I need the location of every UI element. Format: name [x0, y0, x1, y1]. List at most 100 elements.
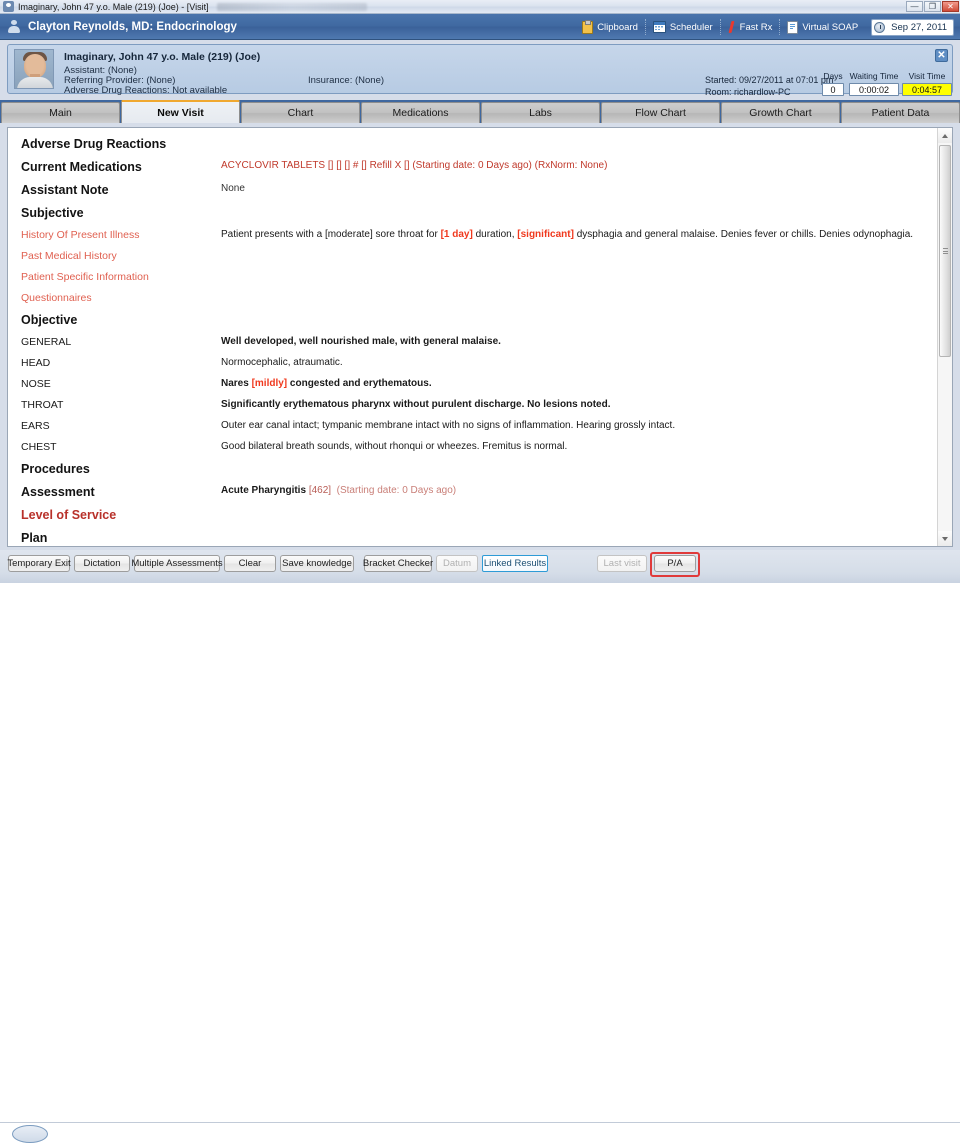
header-tool-clipboard[interactable]: Clipboard	[575, 19, 645, 35]
note-row-plan[interactable]: Plan	[8, 522, 937, 545]
last-visit-button[interactable]: Last visit	[597, 555, 647, 572]
tab-main[interactable]: Main	[1, 102, 120, 123]
timer-visit-time: Visit Time 0:04:57	[902, 71, 952, 96]
section-assessment-label: Assessment	[21, 485, 95, 499]
save-knowledge-button[interactable]: Save knowledge	[280, 555, 354, 572]
provider-title: Clayton Reynolds, MD: Endocrinology	[28, 20, 237, 33]
section-level-of-service-label: Level of Service	[21, 508, 117, 522]
tab-new-visit[interactable]: New Visit	[121, 100, 240, 123]
subsection-questionnaires-label[interactable]: Questionnaires	[8, 292, 221, 304]
assessment-code: [462]	[308, 485, 332, 496]
subsection-past-medical-history-label[interactable]: Past Medical History	[8, 250, 221, 262]
scroll-down-icon[interactable]	[938, 531, 952, 546]
note-row-assistant-note[interactable]: Assistant Note None	[8, 174, 937, 197]
window-titlebar: Imaginary, John 47 y.o. Male (219) (Joe)…	[0, 0, 960, 14]
header-date-selector[interactable]: Sep 27, 2011	[871, 18, 954, 36]
header-tool-virtual-soap-label: Virtual SOAP	[802, 21, 859, 33]
note-row-nose[interactable]: NOSE Nares [mildly] congested and erythe…	[8, 369, 937, 390]
subsection-hpi-label[interactable]: History Of Present Illness	[8, 229, 221, 241]
scroll-up-icon[interactable]	[938, 128, 952, 143]
nose-text-1: Nares	[221, 378, 252, 389]
note-row-patient-specific-information[interactable]: Patient Specific Information	[8, 262, 937, 283]
clock-icon	[874, 21, 886, 33]
note-row-procedures[interactable]: Procedures	[8, 453, 937, 476]
header-tool-virtual-soap[interactable]: Virtual SOAP	[779, 19, 865, 35]
section-subjective-label: Subjective	[21, 206, 84, 220]
note-row-current-medications[interactable]: Current Medications ACYCLOVIR TABLETS []…	[8, 151, 937, 174]
note-row-objective[interactable]: Objective	[8, 304, 937, 327]
visit-room: Room: richardlow-PC	[705, 87, 791, 97]
tab-labs[interactable]: Labs	[481, 102, 600, 123]
maximize-icon: ❐	[928, 1, 937, 11]
tab-medications[interactable]: Medications	[361, 102, 480, 123]
subsection-patient-specific-information-label[interactable]: Patient Specific Information	[8, 271, 221, 283]
note-row-head[interactable]: HEAD Normocephalic, atraumatic.	[8, 348, 937, 369]
objective-chest-label: CHEST	[21, 441, 57, 453]
note-row-past-medical-history[interactable]: Past Medical History	[8, 241, 937, 262]
tab-flow-chart[interactable]: Flow Chart	[601, 102, 720, 123]
visit-note-panel: Adverse Drug Reactions Current Medicatio…	[7, 127, 953, 547]
objective-throat-value: Significantly erythematous pharynx witho…	[221, 399, 611, 410]
toolbar-divider	[0, 1122, 960, 1123]
note-row-history-of-present-illness[interactable]: History Of Present Illness Patient prese…	[8, 220, 937, 241]
multiple-assessments-button[interactable]: Multiple Assessments	[131, 555, 223, 572]
note-row-assessment[interactable]: Assessment Acute Pharyngitis [462] (Star…	[8, 476, 937, 499]
note-row-ears[interactable]: EARS Outer ear canal intact; tympanic me…	[8, 411, 937, 432]
objective-general-label: GENERAL	[21, 336, 72, 348]
datum-button[interactable]: Datum	[436, 555, 478, 572]
note-row-throat[interactable]: THROAT Significantly erythematous pharyn…	[8, 390, 937, 411]
temporary-exit-button[interactable]: Temporary Exit	[7, 555, 71, 572]
hpi-text-3: dysphagia and general malaise. Denies fe…	[573, 229, 914, 240]
visit-note-scroll-area: Adverse Drug Reactions Current Medicatio…	[8, 128, 937, 546]
minimize-button[interactable]: —	[906, 1, 923, 12]
objective-head-value: Normocephalic, atraumatic.	[221, 357, 343, 368]
assessment-diagnosis: Acute Pharyngitis	[221, 485, 307, 496]
close-button[interactable]: ✕	[942, 1, 959, 12]
header-tool-fast-rx[interactable]: Fast Rx	[719, 19, 780, 35]
header-tool-clipboard-label: Clipboard	[597, 21, 638, 33]
header-tool-scheduler[interactable]: Scheduler	[644, 19, 720, 35]
note-row-chest[interactable]: CHEST Good bilateral breath sounds, with…	[8, 432, 937, 453]
objective-head-label: HEAD	[21, 357, 51, 369]
maximize-button[interactable]: ❐	[924, 1, 941, 12]
section-adverse-drug-reactions-label: Adverse Drug Reactions	[21, 137, 167, 151]
subsection-hpi-value: Patient presents with a [moderate] sore …	[221, 229, 927, 241]
timer-visit-time-label: Visit Time	[908, 71, 946, 81]
nose-highlight-mildly: [mildly]	[251, 378, 288, 389]
note-row-general[interactable]: GENERAL Well developed, well nourished m…	[8, 327, 937, 348]
dictation-button[interactable]: Dictation	[74, 555, 130, 572]
timer-days-value[interactable]: 0	[822, 83, 844, 96]
tab-chart[interactable]: Chart	[241, 102, 360, 123]
tab-patient-data[interactable]: Patient Data	[841, 102, 960, 123]
clear-button[interactable]: Clear	[224, 555, 276, 572]
hpi-text-1: Patient presents with a [moderate] sore …	[221, 229, 441, 240]
objective-general-value: Well developed, well nourished male, wit…	[221, 336, 501, 347]
note-row-questionnaires[interactable]: Questionnaires	[8, 283, 937, 304]
scrollbar-thumb[interactable]	[939, 145, 951, 357]
timer-waiting-time-value[interactable]: 0:00:02	[849, 83, 899, 96]
visit-note-table: Adverse Drug Reactions Current Medicatio…	[8, 128, 937, 545]
timer-visit-time-value[interactable]: 0:04:57	[902, 83, 952, 96]
note-row-adverse-drug-reactions[interactable]: Adverse Drug Reactions	[8, 128, 937, 151]
status-indicator	[12, 1125, 48, 1143]
hpi-highlight-1-day: [1 day]	[440, 229, 473, 240]
window-title-overlay	[216, 2, 367, 11]
note-vertical-scrollbar[interactable]	[937, 128, 952, 546]
hpi-highlight-significant: [significant]	[517, 229, 574, 240]
bottom-toolbar: Temporary Exit Dictation Multiple Assess…	[0, 550, 960, 1143]
patient-banner: Imaginary, John 47 y.o. Male (219) (Joe)…	[7, 44, 953, 97]
tab-growth-chart[interactable]: Growth Chart	[721, 102, 840, 123]
clipboard-icon	[582, 19, 594, 34]
banner-close-icon[interactable]: ✕	[935, 49, 948, 62]
objective-throat-label: THROAT	[21, 399, 64, 411]
hpi-text-2: duration,	[472, 229, 518, 240]
patient-adverse-drug-reactions: Adverse Drug Reactions: Not available	[64, 85, 228, 96]
bracket-checker-button[interactable]: Bracket Checker	[363, 555, 433, 572]
note-row-level-of-service[interactable]: Level of Service	[8, 499, 937, 522]
timer-days-label: Days	[823, 71, 843, 81]
note-row-subjective[interactable]: Subjective	[8, 197, 937, 220]
window-title: Imaginary, John 47 y.o. Male (219) (Joe)…	[18, 1, 209, 12]
linked-results-button[interactable]: Linked Results	[482, 555, 548, 572]
patient-insurance: Insurance: (None)	[308, 75, 385, 86]
patient-avatar[interactable]	[14, 49, 54, 89]
